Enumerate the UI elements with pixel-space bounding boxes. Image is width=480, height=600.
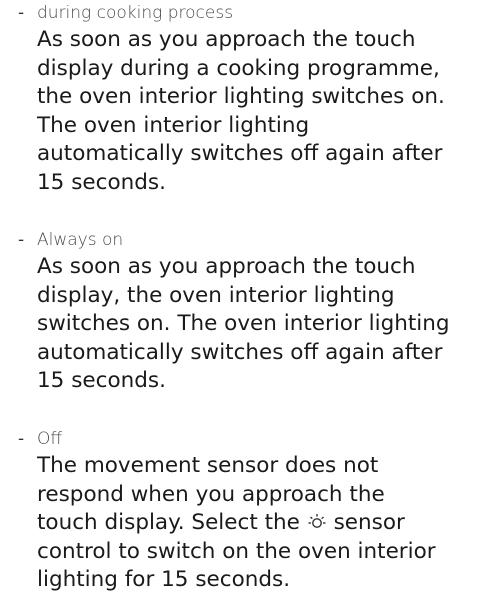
list-dash: - <box>18 429 25 449</box>
description-line: The oven interior lighting <box>37 112 310 138</box>
description-line: As soon as you approach the touch <box>37 27 416 52</box>
description-line: display during a cooking programme, <box>37 55 440 81</box>
description-line: touch display. Select the sensor <box>37 509 477 538</box>
description-line: the oven interior lighting switches on. <box>37 84 445 109</box>
option-term: during cooking process <box>37 3 234 23</box>
list-dash: - <box>18 3 25 23</box>
description-line: control to switch on the oven interior <box>37 538 436 564</box>
description-line: automatically switches off again after <box>37 141 443 166</box>
description-line: display, the oven interior lighting <box>37 282 395 308</box>
option-term: Always on <box>37 230 124 250</box>
description-line: automatically switches off again after <box>37 339 443 365</box>
document-page: - during cooking process As soon as you … <box>0 0 480 600</box>
description-line: respond when you approach the <box>37 481 385 507</box>
option-term: Off <box>37 429 63 449</box>
option-description: The movement sensor does not respond whe… <box>37 452 477 595</box>
description-line: As soon as you approach the touch <box>37 254 416 279</box>
description-line: 15 seconds. <box>37 368 166 393</box>
description-text: touch display. Select the <box>37 510 300 535</box>
option-description: As soon as you approach the touch displa… <box>37 253 477 396</box>
description-line: The movement sensor does not <box>37 453 379 478</box>
description-text: sensor <box>333 510 405 535</box>
description-line: switches on. The oven interior lighting <box>37 311 450 336</box>
description-line: 15 seconds. <box>37 169 166 195</box>
description-line: lighting for 15 seconds. <box>37 567 291 592</box>
list-dash: - <box>18 230 25 250</box>
option-description: As soon as you approach the touch displa… <box>37 26 477 197</box>
light-bulb-icon <box>308 514 326 528</box>
